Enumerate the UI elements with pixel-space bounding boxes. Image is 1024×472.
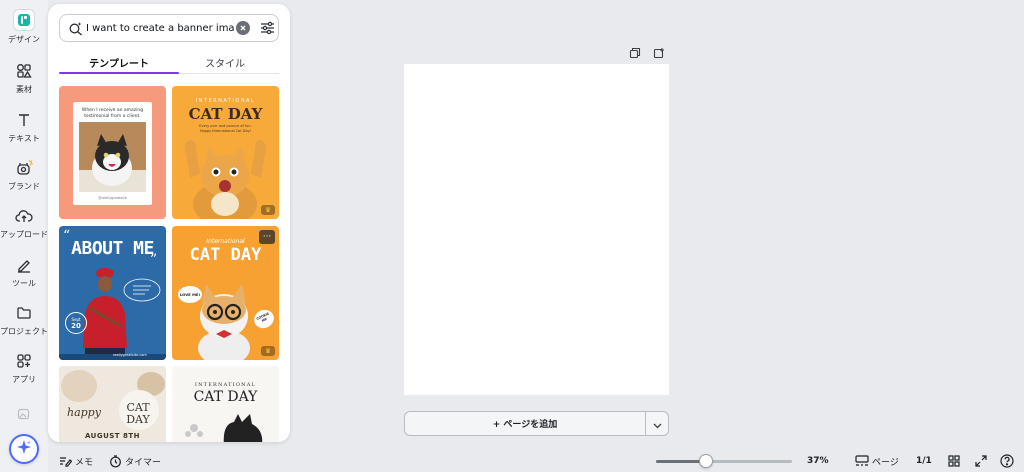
- rail-item-text[interactable]: テキスト: [0, 107, 48, 153]
- card-date: AUGUST 8TH: [84, 432, 141, 440]
- rail-item-tools[interactable]: ツール: [0, 252, 48, 298]
- expand-icon: [974, 454, 988, 468]
- search-input[interactable]: [86, 22, 234, 34]
- card-title: CAT DAY: [189, 245, 262, 265]
- notes-button[interactable]: メモ: [58, 453, 93, 469]
- tab-templates[interactable]: テンプレート: [59, 50, 179, 74]
- card-title: CAT DAY: [188, 105, 263, 123]
- rail-label: アップロード: [0, 230, 48, 239]
- rail-item-uploads[interactable]: アップロード: [0, 203, 48, 249]
- speech-bubble: LOVE ME!: [178, 286, 202, 303]
- clear-search-button[interactable]: [236, 21, 250, 35]
- filter-icon[interactable]: [256, 15, 278, 41]
- pages-icon: [855, 454, 869, 468]
- design-icon: [14, 10, 34, 30]
- card-title: CAT DAY: [193, 389, 258, 405]
- rail-item-apps[interactable]: アプリ: [0, 348, 48, 394]
- badge-day: 20: [71, 321, 81, 330]
- template-panel: テンプレート スタイル When I receive an amazing te…: [48, 4, 290, 442]
- template-card[interactable]: “ ABOUT ME ” Sept 20 reallygreatsite.com: [59, 226, 166, 360]
- folder-icon: [15, 304, 33, 322]
- search-box[interactable]: [59, 14, 279, 42]
- pen-icon: [15, 256, 33, 274]
- rail-item-elements[interactable]: 素材: [0, 58, 48, 104]
- template-card[interactable]: happy CAT DAY AUGUST 8TH: [59, 366, 166, 442]
- bubble-text: COOKIE ME: [255, 312, 270, 323]
- brand-icon: [15, 159, 33, 177]
- side-rail: デザイン 素材 テキスト ブランド アップロード ツール プロジェクト アプリ: [0, 0, 48, 472]
- rail-item-extra[interactable]: [0, 402, 48, 422]
- rail-label: プロジェクト: [0, 327, 48, 336]
- zoom-slider-track[interactable]: [656, 460, 792, 463]
- rail-label: ツール: [12, 279, 36, 288]
- help-icon: [1000, 454, 1014, 468]
- card-handle: @reallygreatsite: [98, 196, 127, 200]
- premium-crown-icon: ♛: [261, 346, 275, 356]
- add-page-icon[interactable]: [653, 44, 665, 59]
- cloud-upload-icon: [15, 207, 33, 225]
- timer-label: タイマー: [125, 457, 162, 468]
- rail-label: 素材: [16, 85, 32, 94]
- rail-label: デザイン: [8, 35, 40, 44]
- page-toolbar: [628, 44, 668, 59]
- timer-button[interactable]: タイマー: [108, 453, 161, 469]
- zoom-level[interactable]: 37%: [807, 453, 829, 469]
- design-page[interactable]: [404, 64, 669, 395]
- pages-label: ページ: [872, 457, 899, 468]
- duplicate-page-icon[interactable]: [629, 44, 641, 59]
- add-page-button[interactable]: + ページを追加: [405, 412, 646, 435]
- template-card[interactable]: ··· International CAT DAY LOVE ME! COOKI…: [172, 226, 279, 360]
- fullscreen-button[interactable]: [974, 453, 991, 469]
- grid-view-button[interactable]: [947, 453, 964, 469]
- premium-crown-icon: ♛: [261, 205, 275, 215]
- rail-label: ブランド: [8, 182, 40, 191]
- add-page-options-button[interactable]: [646, 412, 668, 435]
- notes-icon: [58, 454, 72, 468]
- template-card[interactable]: INTERNATIONAL CAT DAY: [172, 366, 279, 442]
- rail-item-design[interactable]: デザイン: [0, 10, 48, 56]
- bubble-text: LOVE ME!: [179, 292, 201, 297]
- template-card[interactable]: INTERNATIONAL CAT DAY Every purr and pou…: [172, 86, 279, 219]
- date-badge: Sept 20: [65, 312, 87, 334]
- chevron-down-icon: [653, 414, 662, 433]
- page-counter[interactable]: 1/1: [916, 453, 932, 469]
- card-title: CAT DAY: [126, 401, 150, 427]
- magic-search-icon: [64, 15, 86, 41]
- card-frame: When I receive an amazing testimonial fr…: [73, 102, 152, 205]
- active-tab-indicator: [59, 72, 179, 74]
- pages-button[interactable]: ページ: [855, 453, 899, 469]
- apps-icon: [15, 352, 33, 370]
- card-kicker: INTERNATIONAL: [194, 382, 257, 388]
- image-sparkle-icon: [15, 406, 33, 422]
- grid-view-icon: [947, 454, 961, 468]
- template-grid: When I receive an amazing testimonial fr…: [59, 86, 279, 442]
- timer-icon: [108, 454, 122, 468]
- card-script: happy: [67, 406, 101, 419]
- add-page-bar: + ページを追加: [404, 411, 669, 436]
- help-button[interactable]: [1000, 453, 1017, 469]
- rail-item-projects[interactable]: プロジェクト: [0, 300, 48, 346]
- cat-photo: [79, 122, 146, 192]
- notes-label: メモ: [75, 457, 94, 468]
- rail-label: アプリ: [12, 375, 36, 384]
- panel-tabs: テンプレート スタイル: [59, 50, 279, 76]
- tab-styles[interactable]: スタイル: [171, 50, 279, 74]
- card-subtitle: Every purr and pounce of fun. Happy Inte…: [199, 124, 252, 133]
- card-kicker: INTERNATIONAL: [195, 98, 256, 104]
- card-caption: When I receive an amazing testimonial fr…: [81, 108, 144, 119]
- rail-label: テキスト: [8, 134, 40, 143]
- rail-item-brand[interactable]: ブランド: [0, 155, 48, 201]
- card-footer: reallygreatsite.com: [113, 353, 147, 357]
- bottom-toolbar: メモ タイマー 37% ページ 1/1: [0, 450, 1024, 472]
- black-cat-illustration: [185, 414, 263, 442]
- text-icon: [15, 111, 33, 129]
- template-card[interactable]: When I receive an amazing testimonial fr…: [59, 86, 166, 219]
- shapes-icon: [15, 62, 33, 80]
- card-kicker: International: [206, 238, 245, 245]
